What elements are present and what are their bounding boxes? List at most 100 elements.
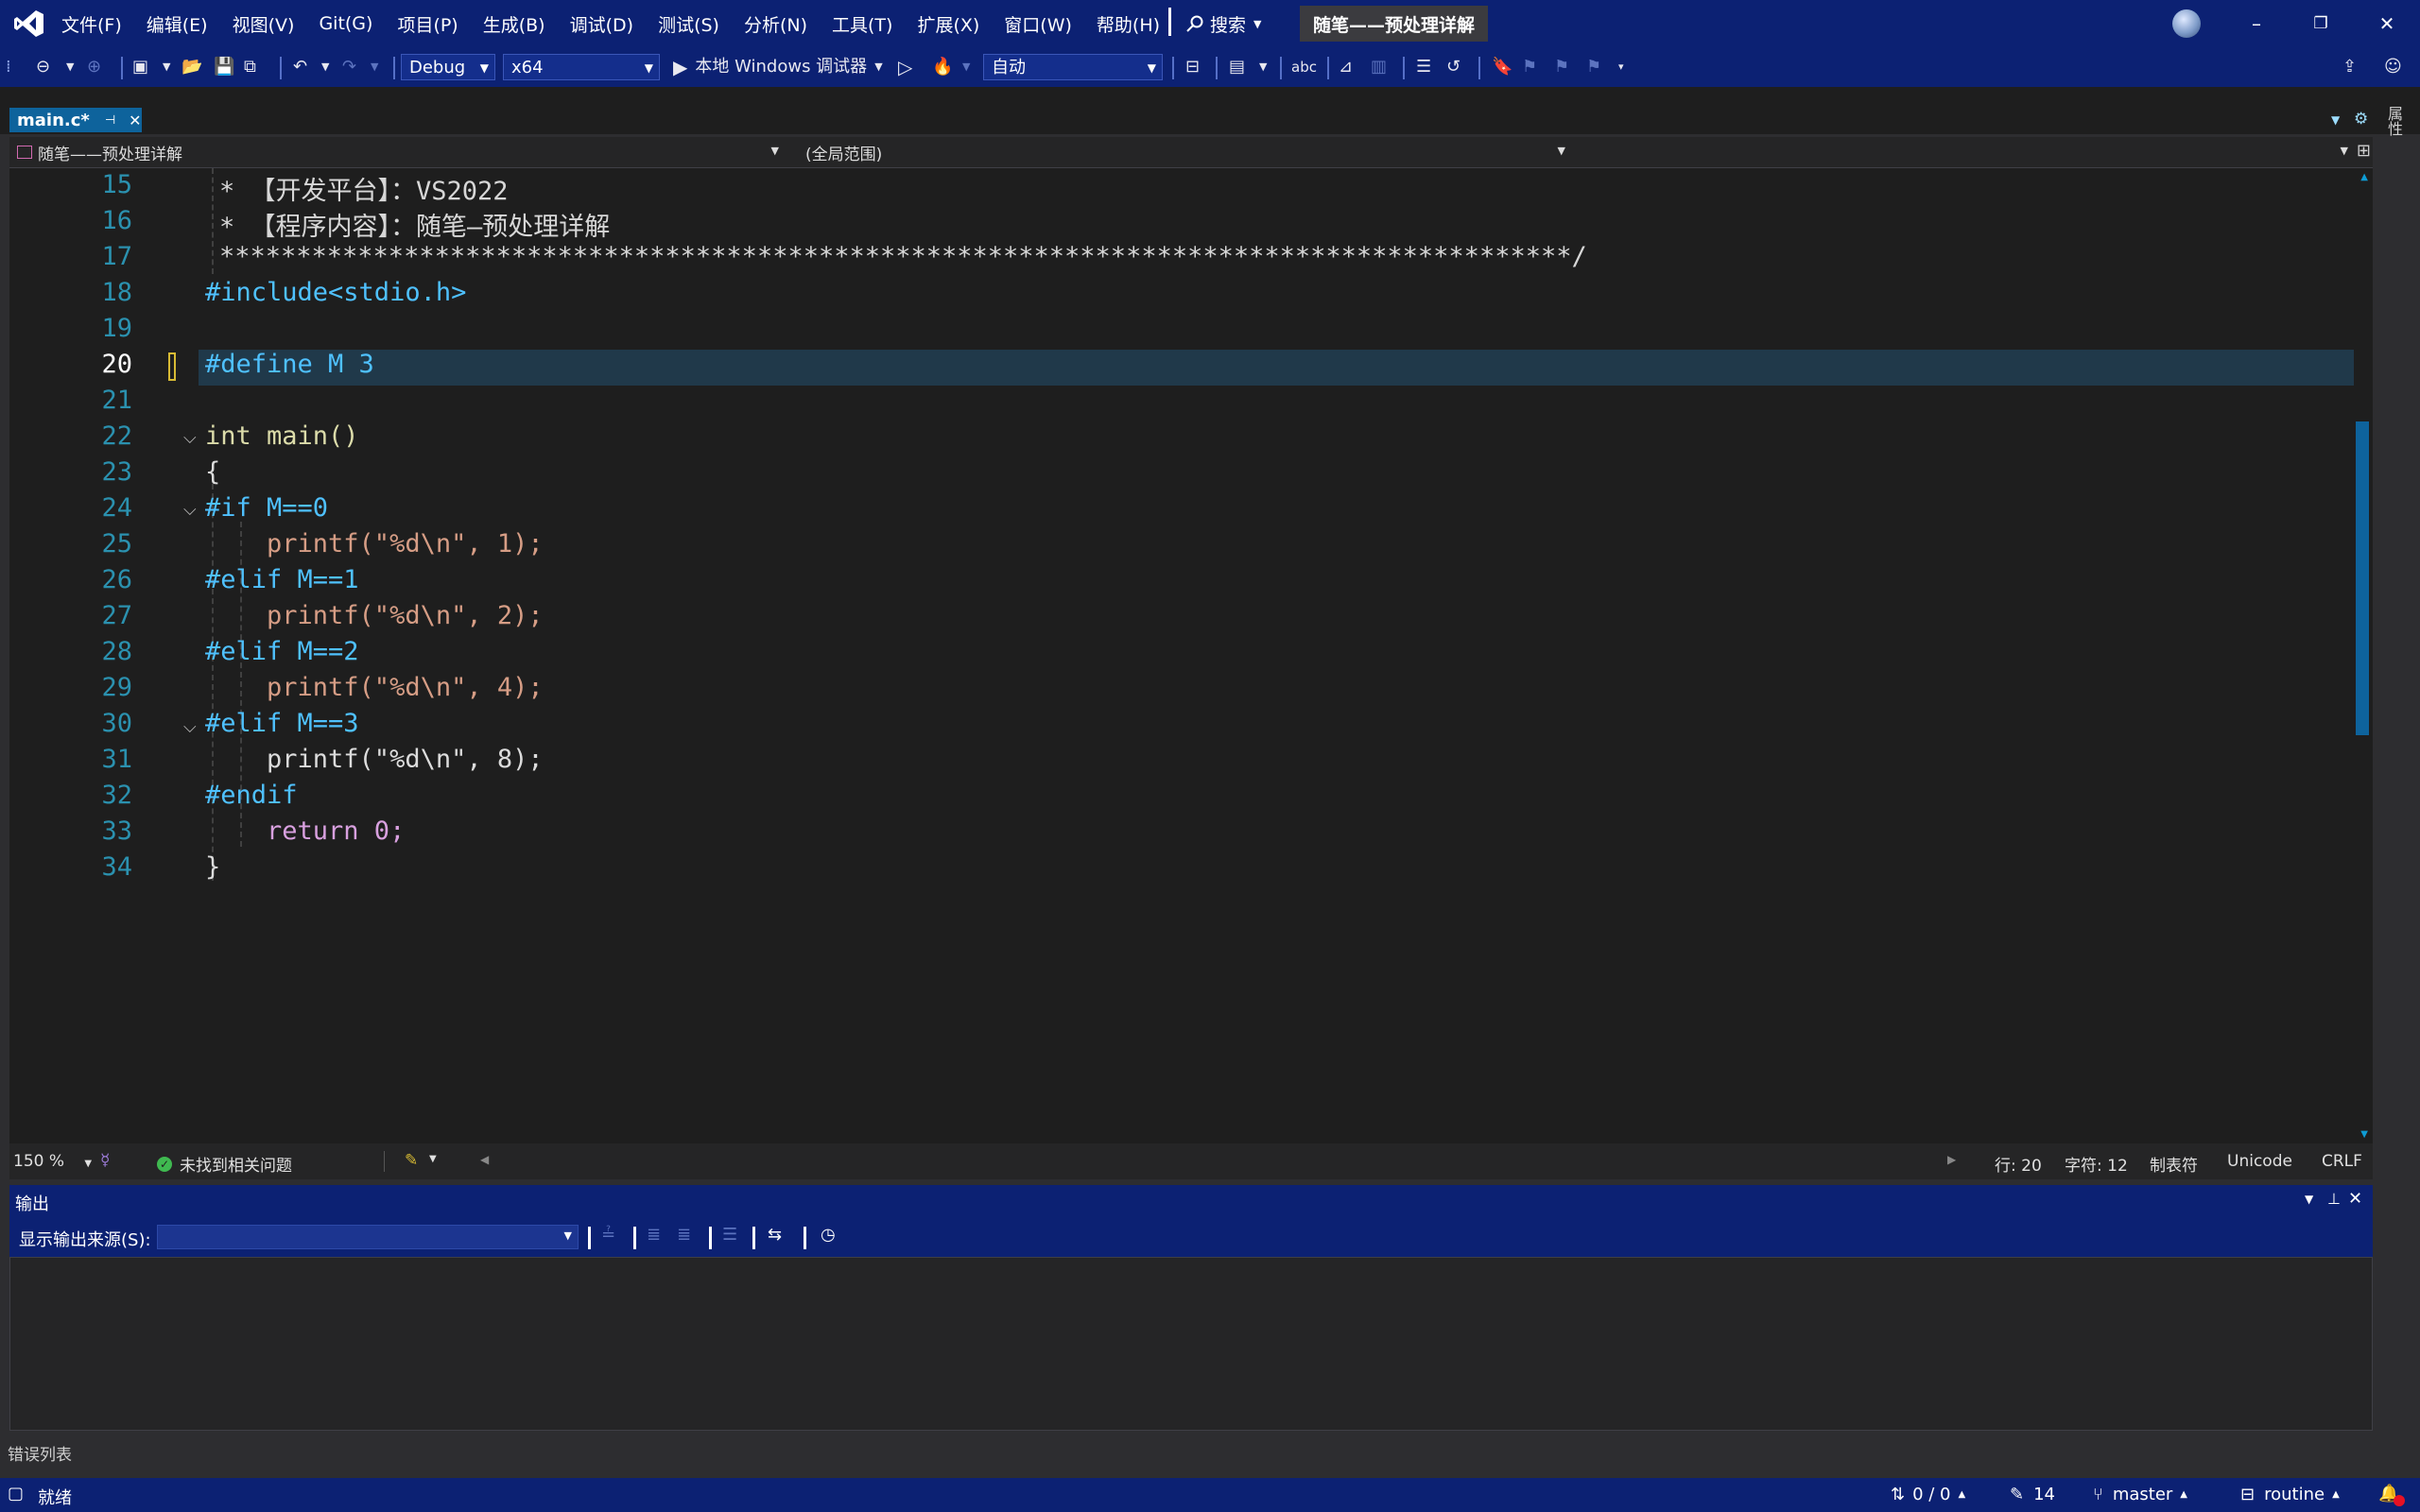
scope-dropdown[interactable]: (全局范围) ▼ bbox=[800, 137, 1571, 167]
scrollbar-thumb[interactable] bbox=[2356, 421, 2369, 735]
solution-explorer-icon[interactable]: ⊟ bbox=[1185, 55, 1200, 79]
configuration-dropdown[interactable]: Debug ▼ bbox=[401, 54, 495, 80]
menu-edit[interactable]: 编辑(E) bbox=[147, 11, 208, 37]
start-without-debugging-icon[interactable]: ▷ bbox=[898, 55, 912, 79]
forward-arrow-icon[interactable]: ⊕ bbox=[87, 55, 101, 79]
close-tab-icon[interactable]: ✕ bbox=[129, 112, 141, 129]
zoom-dropdown[interactable]: 150 % ▼ bbox=[13, 1152, 92, 1171]
code-cleanup-icon[interactable]: ✎ bbox=[405, 1151, 418, 1170]
notification-chat-icon[interactable]: ▢ bbox=[8, 1484, 24, 1503]
minimize-button[interactable]: – bbox=[2242, 9, 2271, 38]
menu-analyze[interactable]: 分析(N) bbox=[744, 11, 807, 37]
copilot-icon[interactable]: ☿ bbox=[100, 1151, 110, 1170]
menu-extensions[interactable]: 扩展(X) bbox=[917, 11, 979, 37]
code-editor[interactable]: ⌵ ⌵ ⌵ 15 16 17 18 19 20 21 22 23 24 25 2… bbox=[9, 168, 2373, 1143]
next-bookmark-icon[interactable]: ⚑ bbox=[1554, 55, 1569, 79]
pin-icon[interactable]: ⊥ bbox=[2327, 1190, 2341, 1208]
repository-selector[interactable]: ⊟ routine ▲ bbox=[2240, 1485, 2340, 1504]
status-bar: ▢ 就绪 ⇅ 0 / 0 ▲ ✎ 14 ⑂ master ▲ ⊟ routine… bbox=[0, 1478, 2420, 1512]
chevron-down-icon[interactable]: ▼ bbox=[163, 55, 170, 79]
word-wrap-icon[interactable]: ⇆ bbox=[768, 1225, 782, 1245]
live-share-icon[interactable]: ⇪ bbox=[2342, 55, 2357, 79]
bookmark-icon[interactable]: 🔖 bbox=[1492, 55, 1512, 79]
properties-side-tab[interactable]: 属性 bbox=[2385, 106, 2405, 136]
platform-dropdown[interactable]: x64 ▼ bbox=[503, 54, 660, 80]
menu-build[interactable]: 生成(B) bbox=[483, 11, 545, 37]
next-message-icon[interactable]: ≣ bbox=[677, 1225, 691, 1245]
start-debugging-button[interactable]: ▶ 本地 Windows 调试器 ▼ bbox=[673, 55, 883, 79]
issues-indicator[interactable]: ✓ 未找到相关问题 bbox=[157, 1152, 292, 1176]
spell-check-icon[interactable]: abc bbox=[1291, 55, 1317, 79]
scroll-left-icon[interactable]: ◀ bbox=[480, 1153, 489, 1166]
source-control-changes[interactable]: ⇅ 0 / 0 ▲ bbox=[1891, 1485, 1965, 1504]
back-arrow-icon[interactable]: ⊖ bbox=[36, 55, 50, 79]
menu-project[interactable]: 项目(P) bbox=[397, 11, 458, 37]
scroll-right-icon[interactable]: ▶ bbox=[1947, 1153, 1956, 1166]
encoding-indicator[interactable]: Unicode bbox=[2227, 1152, 2292, 1171]
split-window-icon[interactable]: ⊞ bbox=[2357, 141, 2371, 161]
feedback-icon[interactable]: ☺ bbox=[2384, 55, 2402, 79]
avatar[interactable] bbox=[2172, 9, 2201, 38]
close-button[interactable]: ✕ bbox=[2373, 9, 2401, 38]
menu-help[interactable]: 帮助(H) bbox=[1097, 11, 1160, 37]
save-all-icon[interactable]: ⧉ bbox=[244, 55, 256, 79]
chevron-down-icon[interactable]: ▼ bbox=[962, 55, 970, 79]
chevron-down-icon[interactable]: ▼ bbox=[66, 55, 74, 79]
indent-indicator[interactable]: 制表符 bbox=[2150, 1152, 2198, 1176]
chevron-down-icon[interactable]: ▼ bbox=[371, 55, 378, 79]
comment-lines-icon[interactable]: ☰ bbox=[1416, 55, 1431, 79]
char-indicator[interactable]: 字符: 12 bbox=[2065, 1152, 2128, 1176]
panel-menu-icon[interactable]: ▼ bbox=[2305, 1193, 2313, 1206]
branch-selector[interactable]: ⑂ master ▲ bbox=[2093, 1485, 2187, 1504]
uncomment-lines-icon[interactable]: ↺ bbox=[1446, 55, 1461, 79]
redo-icon[interactable]: ↷ bbox=[342, 55, 356, 79]
output-text-area[interactable] bbox=[9, 1257, 2373, 1431]
find-in-files-icon[interactable]: ▥ bbox=[1371, 55, 1387, 79]
tab-list-dropdown-icon[interactable]: ▼ bbox=[2331, 113, 2340, 127]
menu-tools[interactable]: 工具(T) bbox=[832, 11, 892, 37]
new-project-icon[interactable]: ▣ bbox=[132, 55, 148, 79]
output-source-dropdown[interactable]: ▼ bbox=[157, 1225, 579, 1249]
restore-button[interactable]: ❐ bbox=[2307, 9, 2335, 38]
tab-main-c[interactable]: main.c* ⊣ ✕ bbox=[9, 108, 142, 132]
pending-edits[interactable]: ✎ 14 bbox=[2010, 1485, 2055, 1504]
chevron-down-icon[interactable]: ▼ bbox=[429, 1154, 437, 1164]
menu-view[interactable]: 视图(V) bbox=[233, 11, 295, 37]
menu-debug[interactable]: 调试(D) bbox=[570, 11, 633, 37]
clock-icon[interactable]: ◷ bbox=[821, 1225, 836, 1245]
clear-bookmarks-icon[interactable]: ⚑ bbox=[1586, 55, 1601, 79]
undo-icon[interactable]: ↶ bbox=[293, 55, 307, 79]
member-dropdown[interactable]: ▼ bbox=[1579, 137, 2354, 167]
chevron-down-icon[interactable]: ▼ bbox=[321, 55, 329, 79]
chevron-down-icon[interactable]: ▼ bbox=[1259, 55, 1267, 79]
search-button[interactable]: 搜索 ▼ bbox=[1185, 9, 1261, 39]
menu-test[interactable]: 测试(S) bbox=[658, 11, 719, 37]
menu-file[interactable]: 文件(F) bbox=[61, 11, 122, 37]
open-folder-icon[interactable]: 📂 bbox=[182, 55, 202, 79]
menu-git[interactable]: Git(G) bbox=[319, 13, 372, 34]
line-indicator[interactable]: 行: 20 bbox=[1995, 1152, 2042, 1176]
fold-chevron-icon[interactable]: ⌵ bbox=[183, 430, 199, 447]
previous-message-icon[interactable]: ≣ bbox=[647, 1225, 661, 1245]
fold-chevron-icon[interactable]: ⌵ bbox=[183, 719, 199, 736]
menu-window[interactable]: 窗口(W) bbox=[1004, 11, 1072, 37]
eol-indicator[interactable]: CRLF bbox=[2322, 1152, 2362, 1171]
error-list-tab[interactable]: 错误列表 bbox=[8, 1441, 72, 1465]
save-icon[interactable]: 💾 bbox=[214, 55, 234, 79]
toolbar-overflow-icon[interactable]: ▾ bbox=[1618, 55, 1624, 79]
close-panel-icon[interactable]: ✕ bbox=[2348, 1189, 2362, 1209]
find-message-icon[interactable]: ≟ bbox=[601, 1225, 615, 1245]
pin-icon[interactable]: ⊣ bbox=[105, 113, 115, 128]
fold-chevron-icon[interactable]: ⌵ bbox=[183, 502, 199, 519]
scroll-up-icon[interactable]: ▲ bbox=[2360, 172, 2368, 182]
hot-reload-icon[interactable]: 🔥 bbox=[932, 55, 953, 79]
clear-all-icon[interactable]: ☰ bbox=[722, 1225, 737, 1245]
settings-icon[interactable]: ⚙ bbox=[2354, 110, 2368, 129]
previous-bookmark-icon[interactable]: ⚑ bbox=[1522, 55, 1537, 79]
vertical-scrollbar[interactable]: ▲ ▼ bbox=[2354, 168, 2373, 1143]
scroll-down-icon[interactable]: ▼ bbox=[2360, 1129, 2368, 1140]
window-layout-icon[interactable]: ▤ bbox=[1229, 55, 1245, 79]
format-document-icon[interactable]: ⊿ bbox=[1339, 55, 1353, 79]
mode-dropdown[interactable]: 自动 ▼ bbox=[983, 54, 1163, 80]
project-dropdown[interactable]: 随笔——预处理详解 ▼ bbox=[9, 137, 785, 167]
